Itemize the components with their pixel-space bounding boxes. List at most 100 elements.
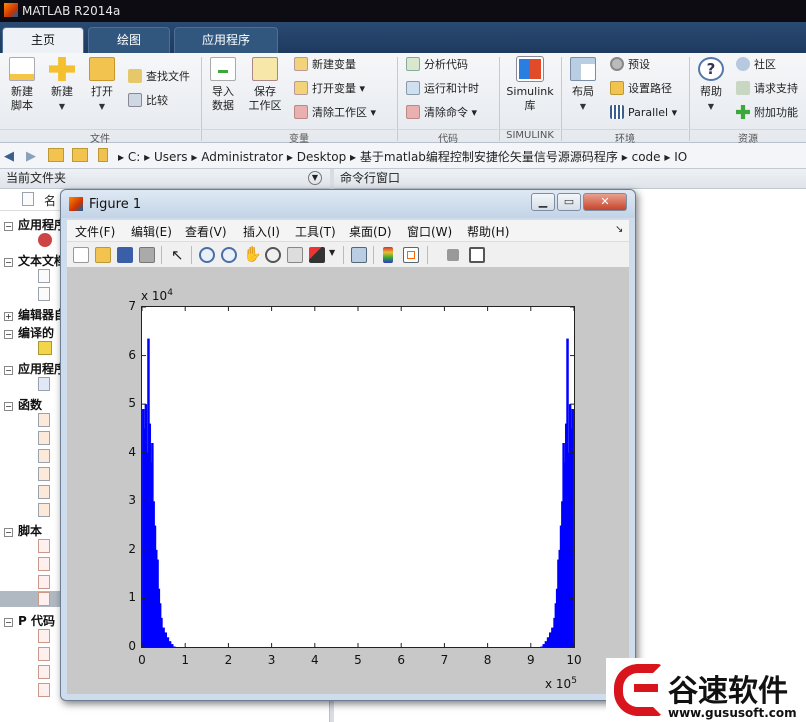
open-button[interactable]: 打开 ▼ (86, 57, 118, 114)
category-functions[interactable]: − 函数 (4, 396, 42, 413)
link-plot-icon[interactable] (351, 247, 367, 263)
breadcrumb-item[interactable]: Desktop (297, 150, 347, 164)
menu-desktop[interactable]: 桌面(D) (349, 223, 392, 240)
breadcrumb-item[interactable]: 基于matlab编程控制安捷伦矢量信号源源码程序 (360, 150, 618, 164)
analyze-code-button[interactable]: 分析代码 (406, 55, 468, 75)
run-and-time-button[interactable]: 运行和计时 (406, 79, 479, 99)
p-code-file-icon[interactable] (38, 629, 50, 643)
open-variable-button[interactable]: 打开变量 ▾ (294, 79, 365, 99)
back-arrow-icon[interactable]: ◀ (4, 149, 14, 164)
selected-row[interactable] (0, 591, 60, 607)
category-editor-autosave[interactable]: + 编辑器自 (4, 306, 66, 323)
category-p-code[interactable]: − P 代码 (4, 612, 55, 629)
save-icon[interactable] (117, 247, 133, 263)
app-install-icon[interactable] (38, 377, 50, 391)
maximize-button[interactable]: ▭ (557, 193, 581, 211)
up-folder-icon[interactable] (48, 148, 64, 162)
zoom-in-icon[interactable] (199, 247, 215, 263)
pointer-icon[interactable]: ↖ (171, 246, 184, 264)
help-file-icon[interactable] (38, 341, 52, 355)
data-cursor-icon[interactable] (287, 247, 303, 263)
tab-plots[interactable]: 绘图 (88, 27, 170, 53)
import-data-button[interactable]: 导入 数据 (206, 57, 240, 113)
simulink-library-button[interactable]: Simulink 库 (504, 56, 556, 113)
close-button[interactable]: ✕ (583, 193, 627, 211)
new-button[interactable]: 新建 ▼ (46, 57, 78, 114)
p-code-file-icon[interactable] (38, 683, 50, 697)
menu-help[interactable]: 帮助(H) (467, 223, 509, 240)
menu-file[interactable]: 文件(F) (75, 223, 115, 240)
menu-window[interactable]: 窗口(W) (407, 223, 452, 240)
function-file-icon[interactable] (38, 467, 50, 481)
clear-workspace-button[interactable]: 清除工作区 ▾ (294, 103, 376, 123)
set-path-button[interactable]: 设置路径 (610, 79, 672, 99)
hide-plot-tools-icon[interactable] (447, 249, 459, 261)
breadcrumb-item[interactable]: Users (154, 150, 188, 164)
app-file-icon[interactable] (38, 233, 52, 247)
community-button[interactable]: 社区 (736, 55, 776, 75)
show-plot-tools-icon[interactable] (469, 247, 485, 263)
category-text-docs[interactable]: − 文本文档 (4, 252, 66, 269)
function-file-icon[interactable] (38, 413, 50, 427)
function-file-icon[interactable] (38, 449, 50, 463)
find-files-button[interactable]: 查找文件 (128, 67, 190, 87)
chevron-down-icon: ▾ (359, 82, 366, 95)
menu-dock-arrow-icon[interactable]: ↘ (615, 224, 623, 235)
tab-home[interactable]: 主页 (2, 27, 84, 53)
menu-insert[interactable]: 插入(I) (243, 223, 280, 240)
breadcrumb-item[interactable]: code (632, 150, 661, 164)
breadcrumb-item[interactable]: C: (128, 150, 140, 164)
new-figure-icon[interactable] (73, 247, 89, 263)
category-compiled[interactable]: − 编译的 (4, 324, 54, 341)
pan-hand-icon[interactable]: ✋ (243, 245, 262, 263)
script-file-icon[interactable] (38, 539, 50, 553)
preferences-button[interactable]: 预设 (610, 55, 650, 75)
figure-title-bar[interactable]: Figure 1 ▁ ▭ ✕ (61, 190, 635, 218)
clear-commands-button[interactable]: 清除命令 ▾ (406, 103, 477, 123)
parallel-button[interactable]: Parallel ▾ (610, 103, 677, 123)
open-file-icon[interactable] (95, 247, 111, 263)
layout-button[interactable]: 布局 ▼ (566, 57, 600, 114)
browse-folder-icon[interactable] (72, 148, 88, 162)
category-apps-2[interactable]: − 应用程序 (4, 360, 66, 377)
text-file-icon[interactable] (38, 287, 50, 301)
help-button[interactable]: ? 帮助 ▼ (694, 57, 728, 114)
y-multiplier: x 104 (141, 288, 173, 303)
breadcrumb-item[interactable]: IO (674, 150, 687, 164)
zoom-out-icon[interactable] (221, 247, 237, 263)
category-apps[interactable]: − 应用程序 (4, 216, 66, 233)
function-file-icon[interactable] (38, 503, 50, 517)
function-file-icon[interactable] (38, 485, 50, 499)
panel-menu-icon[interactable]: ▼ (308, 171, 322, 185)
script-file-icon[interactable] (38, 575, 50, 589)
new-variable-button[interactable]: 新建变量 (294, 55, 356, 75)
minimize-button[interactable]: ▁ (531, 193, 555, 211)
menu-edit[interactable]: 编辑(E) (131, 223, 172, 240)
menu-view[interactable]: 查看(V) (185, 223, 227, 240)
text-file-icon[interactable] (38, 269, 50, 283)
name-column-header[interactable]: 名 (44, 192, 56, 209)
save-workspace-button[interactable]: 保存 工作区 (246, 57, 284, 113)
forward-arrow-icon[interactable]: ▶ (26, 149, 36, 164)
new-script-button[interactable]: 新建 脚本 (4, 57, 40, 113)
tab-apps[interactable]: 应用程序 (174, 27, 278, 53)
colorbar-icon[interactable] (383, 247, 393, 263)
addons-button[interactable]: 附加功能 (736, 103, 798, 123)
p-code-file-icon[interactable] (38, 647, 50, 661)
category-scripts[interactable]: − 脚本 (4, 522, 42, 539)
p-code-file-icon[interactable] (38, 665, 50, 679)
function-file-icon[interactable] (38, 431, 50, 445)
plot-axes[interactable] (141, 306, 575, 648)
print-icon[interactable] (139, 247, 155, 263)
chevron-down-icon[interactable]: ▼ (329, 248, 335, 257)
menu-tools[interactable]: 工具(T) (295, 223, 336, 240)
rotate-3d-icon[interactable] (265, 247, 281, 263)
brush-icon[interactable] (309, 247, 325, 263)
breadcrumb-item[interactable]: Administrator (201, 150, 283, 164)
compare-button[interactable]: 比较 (128, 91, 168, 111)
script-file-icon[interactable] (38, 592, 50, 606)
request-support-button[interactable]: 请求支持 (736, 79, 798, 99)
figure-window[interactable]: Figure 1 ▁ ▭ ✕ 文件(F) 编辑(E) 查看(V) 插入(I) 工… (60, 189, 636, 701)
legend-icon[interactable] (403, 247, 419, 263)
script-file-icon[interactable] (38, 557, 50, 571)
